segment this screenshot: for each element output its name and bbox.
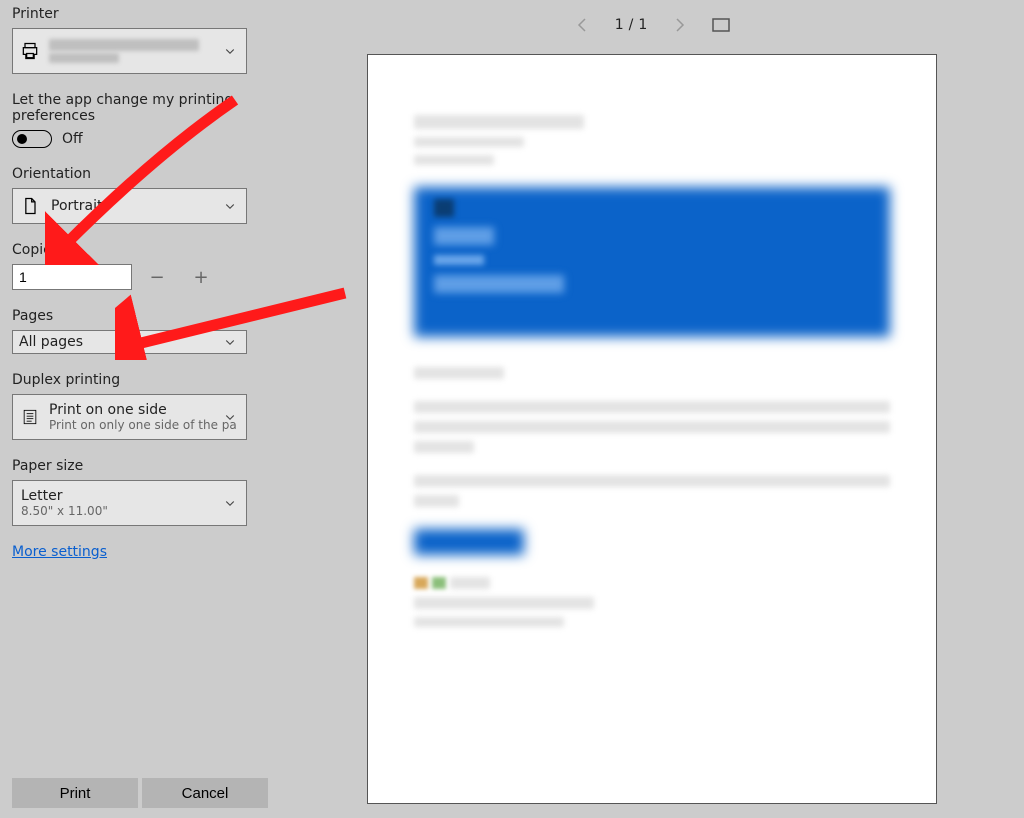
- duplex-icon: [13, 407, 47, 427]
- fit-to-page-button[interactable]: [711, 15, 731, 35]
- printer-section: Printer: [12, 6, 268, 74]
- page-icon: [13, 196, 47, 216]
- more-settings-section: More settings: [12, 544, 268, 560]
- prev-page-button[interactable]: [573, 15, 593, 35]
- paper-size-section: Paper size Letter 8.50" x 11.00": [12, 458, 268, 526]
- action-buttons: Print Cancel: [12, 768, 268, 808]
- app-preferences-section: Let the app change my printing preferenc…: [12, 92, 268, 148]
- toggle-state-text: Off: [62, 131, 83, 147]
- preview-panel: 1 / 1: [280, 0, 1024, 818]
- paper-size-value: Letter: [21, 488, 238, 504]
- chevron-down-icon: [224, 200, 236, 212]
- page-current: 1: [615, 17, 624, 33]
- orientation-value: Portrait: [47, 198, 102, 214]
- preview-page: [367, 54, 937, 804]
- printer-name-redacted: [47, 35, 246, 67]
- copies-input[interactable]: [12, 264, 132, 290]
- print-button[interactable]: Print: [12, 778, 138, 808]
- page-total: 1: [638, 17, 647, 33]
- paper-size-subtext: 8.50" x 11.00": [21, 504, 238, 518]
- paper-size-dropdown[interactable]: Letter 8.50" x 11.00": [12, 480, 247, 526]
- page-sep: /: [629, 17, 634, 33]
- chevron-down-icon: [224, 411, 236, 423]
- copies-decrement[interactable]: −: [138, 264, 176, 290]
- copies-section: Copies − +: [12, 242, 268, 290]
- page-indicator: 1 / 1: [615, 17, 648, 33]
- duplex-subtext: Print on only one side of the pa: [49, 418, 244, 432]
- app-preferences-toggle[interactable]: [12, 130, 52, 148]
- printer-label: Printer: [12, 6, 268, 22]
- chevron-down-icon: [224, 497, 236, 509]
- paper-size-label: Paper size: [12, 458, 268, 474]
- printer-dropdown[interactable]: [12, 28, 247, 74]
- pages-label: Pages: [12, 308, 268, 324]
- pages-dropdown[interactable]: All pages: [12, 330, 247, 354]
- chevron-down-icon: [224, 45, 236, 57]
- copies-label: Copies: [12, 242, 268, 258]
- pages-section: Pages All pages: [12, 308, 268, 354]
- copies-increment[interactable]: +: [182, 264, 220, 290]
- orientation-label: Orientation: [12, 166, 268, 182]
- pages-value: All pages: [19, 334, 83, 350]
- duplex-value: Print on one side: [49, 402, 244, 418]
- orientation-section: Orientation Portrait: [12, 166, 268, 224]
- chevron-down-icon: [224, 336, 236, 348]
- duplex-dropdown[interactable]: Print on one side Print on only one side…: [12, 394, 247, 440]
- next-page-button[interactable]: [669, 15, 689, 35]
- print-options-panel: Printer Let the: [0, 0, 280, 818]
- preview-banner: [414, 187, 890, 337]
- preview-nav: 1 / 1: [573, 0, 732, 50]
- printer-icon: [13, 41, 47, 61]
- app-preferences-label: Let the app change my printing preferenc…: [12, 92, 268, 124]
- orientation-dropdown[interactable]: Portrait: [12, 188, 247, 224]
- duplex-section: Duplex printing Print on one side Print …: [12, 372, 268, 440]
- duplex-label: Duplex printing: [12, 372, 268, 388]
- more-settings-link[interactable]: More settings: [12, 544, 107, 560]
- cancel-button[interactable]: Cancel: [142, 778, 268, 808]
